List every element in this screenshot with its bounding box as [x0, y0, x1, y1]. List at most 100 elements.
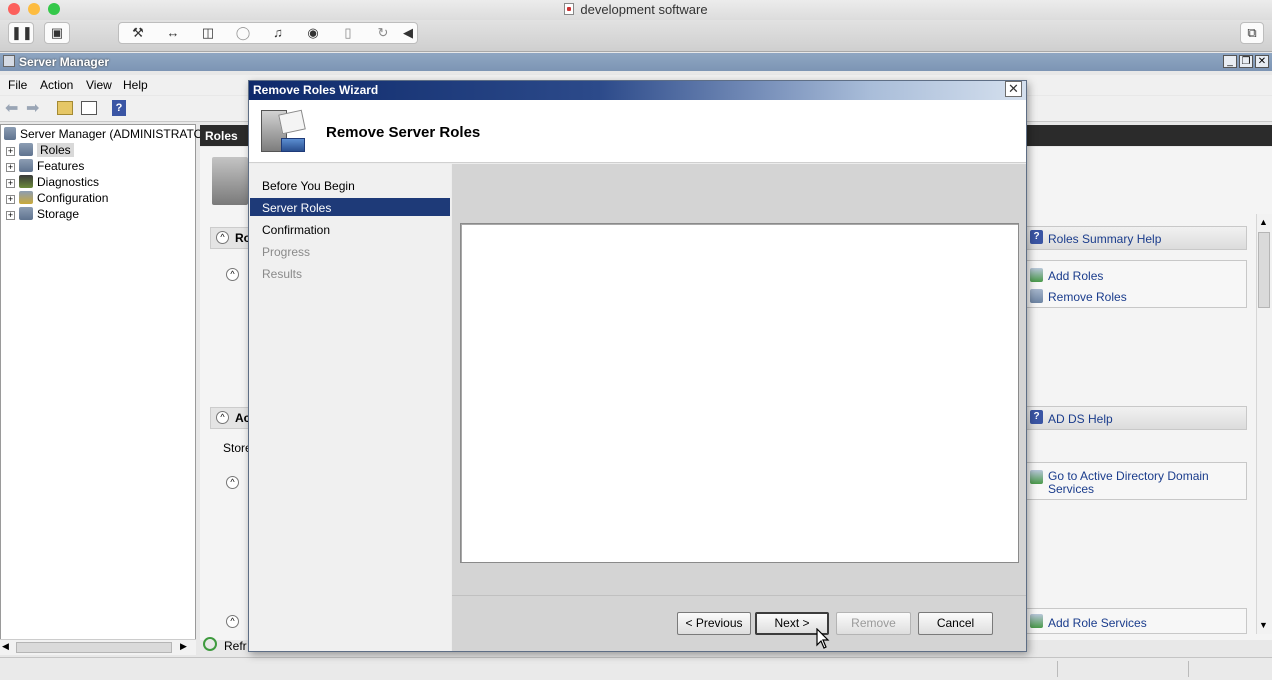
- remove-roles-link[interactable]: Remove Roles: [1048, 290, 1127, 304]
- lock-icon[interactable]: ◯: [233, 24, 253, 42]
- show-hide-tree-icon[interactable]: [81, 101, 97, 115]
- up-folder-icon[interactable]: [57, 101, 73, 115]
- sm-close-button[interactable]: ✕: [1255, 55, 1269, 68]
- step-progress: Progress: [262, 245, 311, 259]
- diagnostics-icon: [19, 175, 33, 188]
- tree-item-features[interactable]: + Features: [6, 159, 84, 175]
- status-divider: [1188, 661, 1189, 677]
- wrench-icon[interactable]: ⚒: [128, 24, 148, 42]
- wizard-heading: Remove Server Roles: [326, 124, 481, 141]
- sm-minimize-button[interactable]: _: [1223, 55, 1237, 68]
- collapse-arrow-icon[interactable]: ◀: [400, 24, 416, 42]
- sm-restore-button[interactable]: ❐: [1239, 55, 1253, 68]
- wizard-title: Remove Roles Wizard: [253, 83, 379, 97]
- features-icon: [19, 159, 33, 172]
- tree-root[interactable]: Server Manager (ADMINISTRATOR: [4, 127, 212, 143]
- scroll-up-icon[interactable]: ▲: [1259, 217, 1268, 227]
- go-to-icon: [1030, 470, 1043, 484]
- expand-icon[interactable]: +: [6, 179, 15, 188]
- remove-badge-icon: [281, 138, 305, 152]
- network-icon[interactable]: ↔: [163, 24, 183, 42]
- tree-item-roles[interactable]: + Roles: [6, 143, 74, 159]
- add-role-services-link[interactable]: Add Role Services: [1048, 616, 1147, 630]
- collapse-icon[interactable]: ^: [226, 476, 239, 489]
- roles-banner-icon: [212, 157, 248, 205]
- usb-icon[interactable]: ◫: [198, 24, 218, 42]
- expand-icon[interactable]: +: [6, 195, 15, 204]
- document-icon: [564, 3, 575, 15]
- collapse-icon[interactable]: ^: [216, 231, 229, 244]
- cursor-arrow-icon: [816, 627, 830, 649]
- wizard-steps: [249, 164, 451, 651]
- collapse-icon[interactable]: ^: [216, 411, 229, 424]
- expand-icon[interactable]: +: [6, 211, 15, 220]
- configuration-icon: [19, 191, 33, 204]
- footer-divider: [452, 595, 1026, 596]
- sync-icon[interactable]: ↻: [373, 24, 393, 42]
- add-roles-link[interactable]: Add Roles: [1048, 269, 1103, 283]
- tree-scroll-thumb[interactable]: [16, 642, 172, 653]
- server-manager-title: Server Manager: [19, 55, 110, 69]
- server-icon: [4, 127, 16, 140]
- help-icon[interactable]: ?: [112, 100, 126, 116]
- server-manager-title-bar: [0, 53, 1272, 71]
- add-roles-icon: [1030, 268, 1043, 282]
- cancel-button[interactable]: Cancel: [918, 612, 993, 635]
- tree-item-configuration[interactable]: + Configuration: [6, 191, 108, 207]
- tree-item-diagnostics[interactable]: + Diagnostics: [6, 175, 99, 191]
- roles-summary-help-link[interactable]: Roles Summary Help: [1048, 232, 1161, 246]
- help-icon: ?: [1030, 230, 1043, 244]
- ad-ds-help-link[interactable]: AD DS Help: [1048, 412, 1113, 426]
- server-manager-icon: [3, 55, 15, 67]
- step-server-roles[interactable]: Server Roles: [262, 201, 331, 215]
- scroll-left-icon[interactable]: ◀: [2, 641, 9, 652]
- previous-button[interactable]: < Previous: [677, 612, 751, 635]
- snapshot-icon: ▣: [50, 25, 64, 40]
- refresh-label[interactable]: Refr: [224, 639, 247, 653]
- host-title-label: development software: [580, 2, 708, 17]
- scroll-right-icon[interactable]: ▶: [180, 641, 187, 652]
- mouse-icon[interactable]: ▯: [338, 24, 358, 42]
- refresh-icon[interactable]: [203, 637, 217, 651]
- storage-icon: [19, 207, 33, 220]
- menu-action[interactable]: Action: [40, 78, 73, 92]
- expand-icon[interactable]: +: [6, 163, 15, 172]
- tree-item-label: Features: [37, 159, 85, 173]
- host-title: development software: [0, 2, 1272, 17]
- step-results: Results: [262, 267, 303, 281]
- add-role-services-icon: [1030, 614, 1043, 628]
- menu-file[interactable]: File: [8, 78, 27, 92]
- back-icon[interactable]: ⬅: [5, 101, 18, 117]
- remove-button[interactable]: Remove: [836, 612, 911, 635]
- status-bar: [0, 657, 1272, 680]
- sound-icon[interactable]: ♫: [268, 24, 288, 42]
- tree-item-storage[interactable]: + Storage: [6, 207, 79, 223]
- status-divider: [1057, 661, 1058, 677]
- wizard-close-button[interactable]: ✕: [1005, 81, 1022, 97]
- tree-item-label: Roles: [37, 143, 74, 157]
- step-confirmation[interactable]: Confirmation: [262, 223, 330, 237]
- tree-root-label: Server Manager (ADMINISTRATOR: [20, 127, 212, 141]
- roles-header-title: Roles: [205, 129, 238, 143]
- tree-item-label: Storage: [37, 207, 80, 221]
- expand-icon[interactable]: +: [6, 147, 15, 156]
- help-icon: ?: [1030, 410, 1043, 424]
- menu-help[interactable]: Help: [123, 78, 148, 92]
- remove-roles-icon: [1030, 289, 1043, 303]
- tree-item-label: Diagnostics: [37, 175, 100, 189]
- actions-scroll-thumb[interactable]: [1258, 232, 1270, 308]
- roles-list-panel[interactable]: [460, 223, 1019, 563]
- pause-icon: ❚❚: [11, 25, 33, 40]
- roles-icon: [19, 143, 33, 156]
- window-icon: ⧉: [1247, 25, 1257, 40]
- scroll-down-icon[interactable]: ▼: [1259, 620, 1268, 630]
- step-before-you-begin[interactable]: Before You Begin: [262, 179, 355, 193]
- actions-pane: [1025, 147, 1272, 640]
- collapse-icon[interactable]: ^: [226, 268, 239, 281]
- collapse-icon[interactable]: ^: [226, 615, 239, 628]
- forward-icon[interactable]: ➡: [26, 101, 39, 117]
- tree-item-label: Configuration: [37, 191, 109, 205]
- menu-view[interactable]: View: [86, 78, 112, 92]
- go-to-ad-ds-link[interactable]: Go to Active Directory Domain Services: [1048, 470, 1233, 496]
- camera-icon[interactable]: ◉: [303, 24, 323, 42]
